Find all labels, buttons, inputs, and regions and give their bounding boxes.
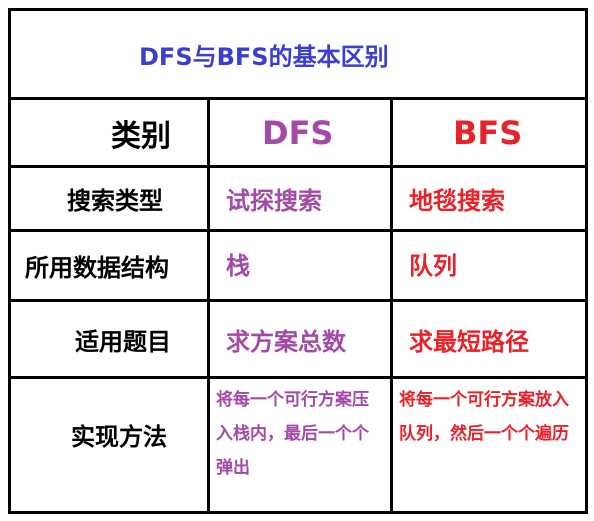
table-border-right [585, 8, 588, 514]
row-label: 实现方法 [71, 422, 167, 451]
dfs-cell: 将每一个可行方案压入栈内，最后一个个弹出 [216, 390, 369, 478]
row-label: 搜索类型 [67, 187, 163, 215]
header-dfs: DFS [262, 113, 334, 152]
table-title: DFS与BFS的基本区别 [139, 42, 389, 71]
bfs-cell: 将每一个可行方案放入队列，然后一个个遍历 [399, 390, 569, 444]
table-border-bottom [8, 511, 588, 514]
bfs-cell: 队列 [409, 251, 457, 280]
dfs-cell: 试探搜索 [226, 187, 322, 215]
dfs-cell: 栈 [226, 251, 250, 280]
comparison-table: DFS与BFS的基本区别 类别 DFS BFS 搜索类型 试探搜索 地毯搜索 所… [0, 0, 594, 521]
header-category: 类别 [111, 118, 171, 154]
row-label: 所用数据结构 [25, 254, 169, 282]
dfs-cell: 求方案总数 [226, 327, 346, 356]
header-bfs: BFS [453, 113, 523, 152]
bfs-cell: 求最短路径 [409, 327, 529, 356]
row-label: 适用题目 [75, 327, 171, 356]
bfs-cell: 地毯搜索 [409, 187, 505, 215]
